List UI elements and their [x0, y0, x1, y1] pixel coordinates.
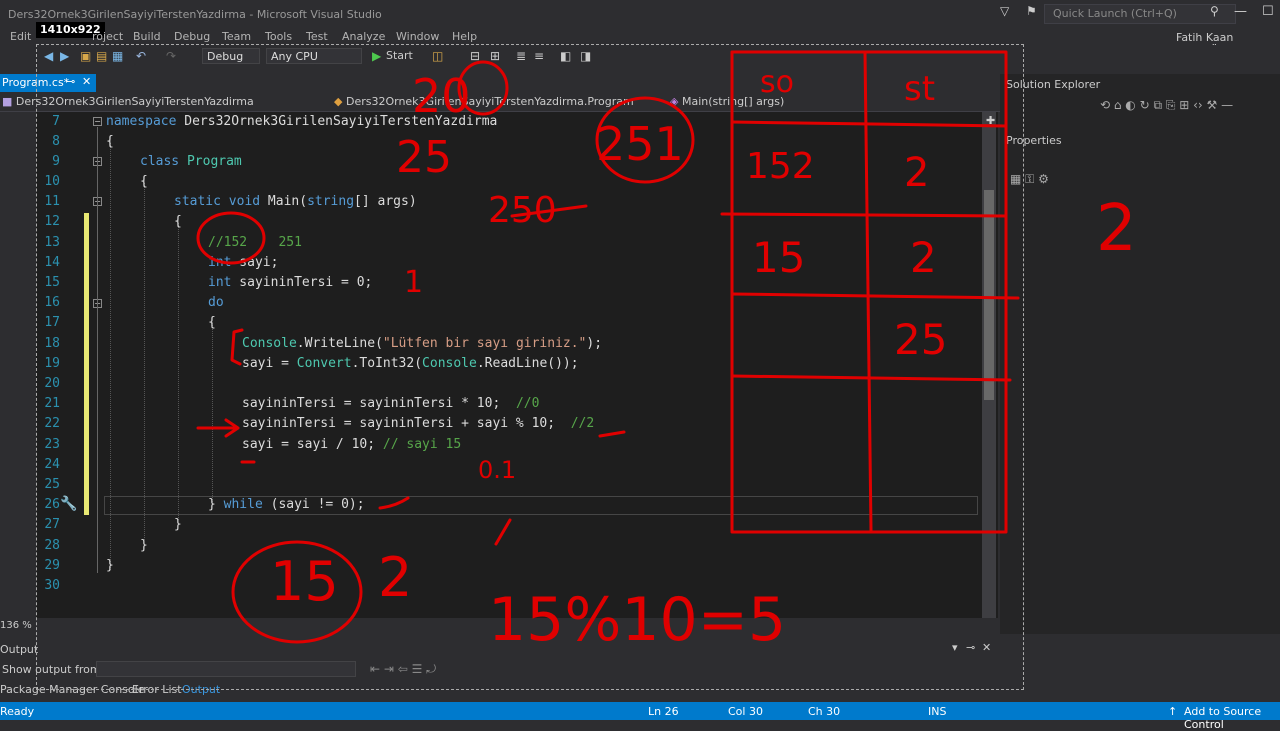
- title-bar: Ders32Ornek3GirilenSayiyiTerstenYazdirma…: [0, 0, 1280, 28]
- menu-analyze[interactable]: Analyze: [342, 30, 385, 43]
- maximize-button[interactable]: ☐: [1262, 4, 1274, 19]
- status-char: Ch 30: [808, 705, 841, 718]
- menu-help[interactable]: Help: [452, 30, 477, 43]
- status-insert-mode: INS: [928, 705, 947, 718]
- menu-project[interactable]: roject: [92, 30, 123, 43]
- status-ready: Ready: [0, 705, 35, 718]
- add-to-source-control[interactable]: Add to Source Control: [1184, 705, 1280, 731]
- zoom-level[interactable]: 136 %: [0, 620, 32, 631]
- menu-debug[interactable]: Debug: [174, 30, 210, 43]
- status-column: Col 30: [728, 705, 763, 718]
- search-icon: ⚲: [1210, 4, 1219, 18]
- output-title: Output: [0, 643, 39, 656]
- menu-window[interactable]: Window: [396, 30, 439, 43]
- quick-launch-input[interactable]: Quick Launch (Ctrl+Q): [1044, 4, 1236, 24]
- minimize-button[interactable]: —: [1234, 4, 1247, 19]
- menu-build[interactable]: Build: [133, 30, 161, 43]
- source-control-arrow-icon[interactable]: ↑: [1168, 705, 1177, 718]
- status-bar: [0, 702, 1280, 720]
- solution-explorer-toolbar-icons[interactable]: ⟲ ⌂ ◐ ↻ ⧉ ⎘ ⊞ ‹› ⚒ —: [1100, 98, 1233, 113]
- menu-edit[interactable]: Edit: [10, 30, 31, 43]
- window-title: Ders32Ornek3GirilenSayiyiTerstenYazdirma…: [8, 8, 382, 21]
- menu-team[interactable]: Team: [222, 30, 251, 43]
- menu-test[interactable]: Test: [306, 30, 328, 43]
- csharp-project-icon: ■: [2, 95, 13, 108]
- menu-tools[interactable]: Tools: [265, 30, 292, 43]
- notifications-icon[interactable]: ⚑: [1026, 4, 1037, 18]
- capture-selection-frame: [36, 44, 1024, 690]
- filter-icon[interactable]: ▽: [1000, 4, 1009, 18]
- solution-explorer-panel: Solution Explorer ⟲ ⌂ ◐ ↻ ⧉ ⎘ ⊞ ‹› ⚒ — P…: [1000, 74, 1280, 634]
- status-line: Ln 26: [648, 705, 679, 718]
